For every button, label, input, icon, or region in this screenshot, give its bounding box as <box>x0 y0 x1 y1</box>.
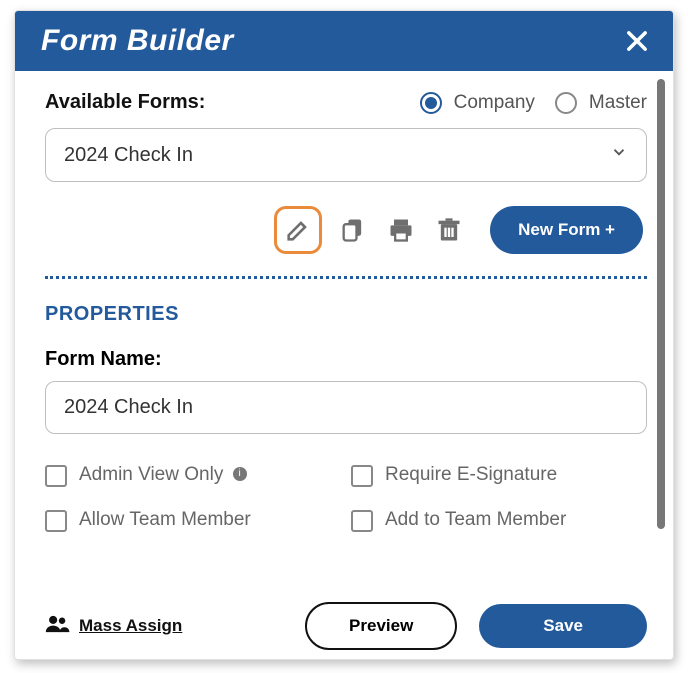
copy-icon[interactable] <box>336 213 370 247</box>
scrollbar[interactable] <box>657 79 665 529</box>
check-label: Add to Team Member <box>385 509 566 531</box>
available-forms-row: Available Forms: Company Master <box>45 91 647 114</box>
checkbox-icon <box>45 510 67 532</box>
checkbox-icon <box>351 510 373 532</box>
check-allow-team-member[interactable]: Allow Team Member <box>45 509 341 532</box>
mass-assign-label: Mass Assign <box>79 616 182 636</box>
edit-button-highlight <box>274 206 322 254</box>
print-icon[interactable] <box>384 213 418 247</box>
checkbox-icon <box>45 465 67 487</box>
modal-footer: Mass Assign Preview Save <box>15 603 673 659</box>
close-icon[interactable] <box>623 27 651 55</box>
section-divider <box>45 276 647 279</box>
radio-master-label[interactable]: Master <box>589 92 647 114</box>
new-form-button[interactable]: New Form + <box>490 206 643 254</box>
properties-checkboxes: Admin View Only i Require E-Signature Al… <box>45 464 647 532</box>
info-icon[interactable]: i <box>233 467 247 481</box>
modal-body: Available Forms: Company Master 2024 Che… <box>15 71 673 603</box>
available-forms-selected: 2024 Check In <box>64 144 193 167</box>
check-label: Allow Team Member <box>79 509 251 531</box>
properties-heading: PROPERTIES <box>45 303 647 326</box>
modal-header: Form Builder <box>15 11 673 71</box>
chevron-down-icon <box>610 143 628 167</box>
edit-icon[interactable] <box>283 213 313 247</box>
save-button[interactable]: Save <box>479 604 647 648</box>
form-name-label: Form Name: <box>45 348 647 371</box>
check-admin-view-only[interactable]: Admin View Only i <box>45 464 341 487</box>
check-label: Admin View Only i <box>79 464 247 486</box>
form-toolbar: New Form + <box>45 206 647 254</box>
radio-master[interactable] <box>555 92 577 114</box>
trash-icon[interactable] <box>432 213 466 247</box>
users-icon <box>45 614 71 639</box>
form-scope-radio-group: Company Master <box>420 92 647 114</box>
preview-button[interactable]: Preview <box>305 602 457 650</box>
radio-company-label[interactable]: Company <box>454 92 535 114</box>
radio-company[interactable] <box>420 92 442 114</box>
checkbox-icon <box>351 465 373 487</box>
available-forms-label: Available Forms: <box>45 91 205 114</box>
form-builder-modal: Form Builder Available Forms: Company Ma… <box>14 10 674 660</box>
check-label: Require E-Signature <box>385 464 557 486</box>
available-forms-select[interactable]: 2024 Check In <box>45 128 647 182</box>
mass-assign-link[interactable]: Mass Assign <box>45 614 182 639</box>
modal-title: Form Builder <box>41 24 234 58</box>
check-add-to-team-member[interactable]: Add to Team Member <box>351 509 647 532</box>
check-require-esignature[interactable]: Require E-Signature <box>351 464 647 487</box>
form-name-input[interactable] <box>45 381 647 434</box>
